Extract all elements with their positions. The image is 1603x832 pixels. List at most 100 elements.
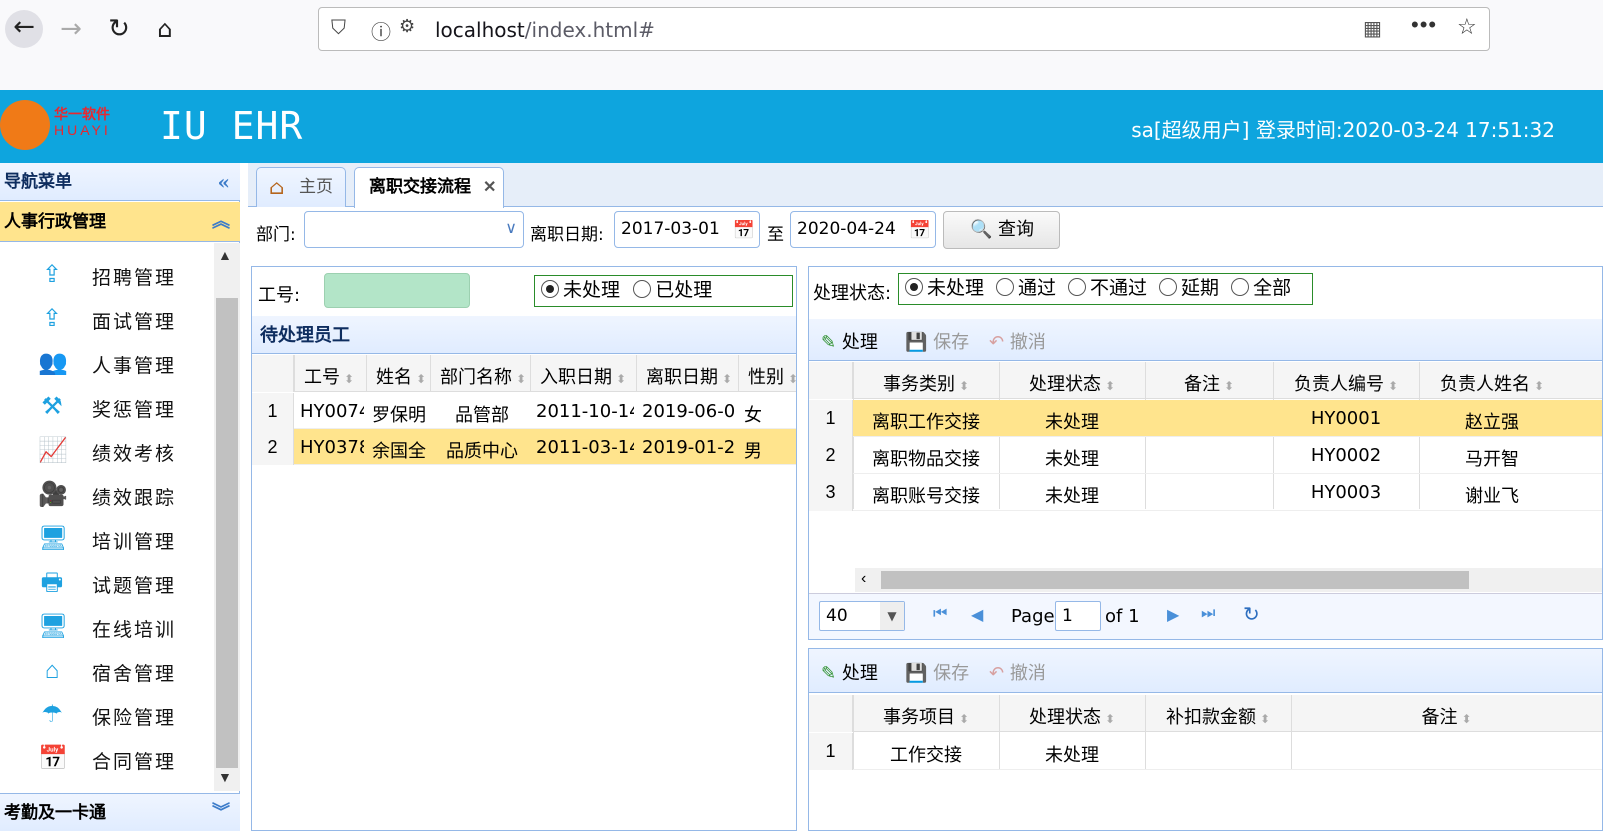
undo-button[interactable]: ↶ 撤消 [989,328,1046,354]
sort-icon[interactable]: ⬍ [959,712,969,726]
expand-down-icon[interactable]: ︾ [212,794,230,832]
sort-icon[interactable]: ⬍ [344,372,354,386]
column-header[interactable]: 事务类别 ⬍ [853,370,999,396]
save-button[interactable]: 💾 保存 [905,328,969,354]
sort-icon[interactable]: ⬍ [1461,712,1471,726]
undo-button[interactable]: ↶ 撤消 [989,659,1046,685]
refresh-icon[interactable]: ↻ [1243,602,1260,627]
sort-icon[interactable]: ⬍ [788,372,798,386]
sort-icon[interactable]: ⬍ [1534,379,1544,393]
sidebar-item[interactable]: 📈 绩效考核 [0,429,214,473]
calendar-icon[interactable]: 📅 [733,213,755,248]
sort-icon[interactable]: ⬍ [1105,379,1115,393]
sort-icon[interactable]: ⬍ [722,372,732,386]
url-text[interactable]: localhost/index.html# [435,18,655,42]
sort-icon[interactable]: ⬍ [1388,379,1398,393]
sidebar-item-label: 绩效跟踪 [92,487,177,509]
reload-icon[interactable]: ↻ [102,12,136,46]
status-radio-option[interactable]: 通过 [996,278,1056,299]
radio-done[interactable]: 已处理 [633,280,712,301]
sort-icon[interactable]: ⬍ [416,372,426,386]
address-bar[interactable]: ⛉ ⓘ ⚙ localhost/index.html# ▦ ••• ☆ [318,7,1490,51]
sidebar-item[interactable]: 🖥 在线培训 [0,605,214,649]
column-header[interactable]: 负责人姓名 ⬍ [1419,370,1565,396]
forward-icon[interactable]: → [54,12,88,46]
sidebar-item[interactable]: 📅 合同管理 [0,737,214,781]
back-icon[interactable]: ← [5,10,43,48]
last-page-icon[interactable]: ⏭ [1201,605,1215,623]
home-icon[interactable]: ⌂ [148,12,182,46]
radio-pending[interactable]: 未处理 [541,280,620,301]
bookmark-star-icon[interactable]: ☆ [1457,14,1477,40]
sidebar-item[interactable]: 🖥 培训管理 [0,517,214,561]
scroll-left-icon[interactable]: ‹ [861,570,866,588]
horizontal-scrollbar[interactable]: ‹ [855,568,1602,592]
column-header[interactable]: 性别 ⬍ [748,363,798,389]
info-icon[interactable]: ⓘ [371,16,391,45]
column-header[interactable]: 工号 ⬍ [304,363,354,389]
sidebar-scroll-thumb[interactable] [216,298,238,768]
chevron-down-icon[interactable]: ∨ [505,218,517,237]
sidebar-item[interactable]: ⇪ 招聘管理 [0,253,214,297]
sidebar-item[interactable]: ⌂ 宿舍管理 [0,649,214,693]
page-number-input[interactable]: 1 [1055,601,1101,631]
column-header[interactable]: 离职日期 ⬍ [646,363,732,389]
qr-code-icon[interactable]: ▦ [1363,16,1382,41]
date-to-input[interactable]: 2020-04-24 📅 [790,211,936,248]
sidebar-section-attendance[interactable]: 考勤及一卡通 ︾ [0,793,240,831]
sidebar-item[interactable]: ☂ 保险管理 [0,693,214,737]
column-header[interactable]: 负责人编号 ⬍ [1273,370,1419,396]
query-button[interactable]: 🔍 查询 [943,211,1060,249]
column-header[interactable]: 处理状态 ⬍ [999,370,1145,396]
column-header[interactable]: 处理状态 ⬍ [999,703,1145,729]
scroll-down-icon[interactable]: ▼ [218,769,232,785]
process-button[interactable]: ✎ 处理 [821,328,878,354]
column-header[interactable]: 备注 ⬍ [1145,370,1273,396]
page-size-select[interactable]: 40 ▼ [819,601,905,631]
sort-icon[interactable]: ⬍ [616,372,626,386]
column-header[interactable]: 部门名称 ⬍ [440,363,526,389]
sort-icon[interactable]: ⬍ [516,372,526,386]
empno-label: 工号: [258,285,301,306]
prev-page-icon[interactable]: ◀ [971,605,983,625]
tab-resign-handover[interactable]: 离职交接流程 ✕ [354,167,504,208]
column-header[interactable]: 入职日期 ⬍ [540,363,626,389]
date-from-input[interactable]: 2017-03-01 📅 [614,211,760,248]
row-number: 2 [809,437,853,474]
calendar-icon[interactable]: 📅 [909,213,931,248]
tab-home[interactable]: ⌂ 主页 [256,167,346,207]
sidebar-item[interactable]: ⚒ 奖惩管理 [0,385,214,429]
h-scroll-thumb[interactable] [881,571,1469,589]
status-radio-option[interactable]: 不通过 [1068,278,1147,299]
sidebar-section-hr[interactable]: 人事行政管理 ︽ [0,202,240,242]
sort-icon[interactable]: ⬍ [959,379,969,393]
column-header[interactable]: 补扣款金额 ⬍ [1145,703,1291,729]
permissions-icon[interactable]: ⚙ [399,16,415,37]
sidebar-item[interactable]: ⇪ 面试管理 [0,297,214,341]
save-button[interactable]: 💾 保存 [905,659,969,685]
umbrella-icon: ☂ [41,701,63,728]
column-header[interactable]: 备注 ⬍ [1291,703,1602,729]
status-radio-option[interactable]: 延期 [1159,278,1219,299]
sidebar-item[interactable]: 👥 人事管理 [0,341,214,385]
scroll-up-icon[interactable]: ▲ [218,247,232,263]
column-header[interactable]: 事务项目 ⬍ [853,703,999,729]
sort-icon[interactable]: ⬍ [1260,712,1270,726]
sidebar-item[interactable]: 🎥 绩效跟踪 [0,473,214,517]
empno-input[interactable] [324,273,470,308]
process-button[interactable]: ✎ 处理 [821,659,878,685]
status-radio-option[interactable]: 未处理 [905,278,984,299]
more-icon[interactable]: ••• [1411,12,1437,38]
dept-select[interactable]: ∨ [304,211,524,248]
sidebar-item[interactable]: 🖶 试题管理 [0,561,214,605]
first-page-icon[interactable]: ⏮ [933,605,947,623]
sort-icon[interactable]: ⬍ [1105,712,1115,726]
tab-close-icon[interactable]: ✕ [483,168,496,206]
status-radio-option[interactable]: 全部 [1231,278,1291,299]
next-page-icon[interactable]: ▶ [1167,605,1179,625]
collapse-left-icon[interactable]: « [218,163,231,201]
sort-icon[interactable]: ⬍ [1224,379,1234,393]
cell-join: 2011-03-14 [536,437,634,458]
collapse-up-icon[interactable]: ︽ [212,202,230,242]
column-header[interactable]: 姓名 ⬍ [376,363,426,389]
